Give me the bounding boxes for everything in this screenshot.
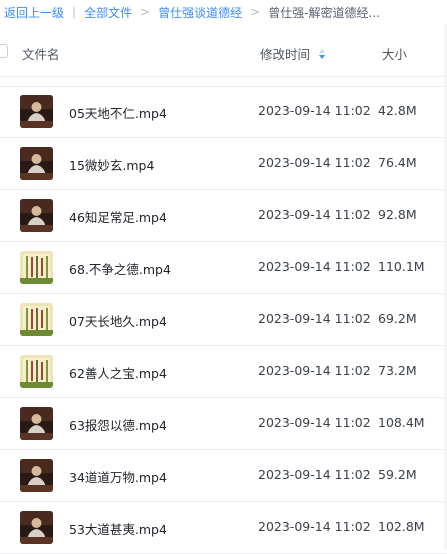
column-header-time[interactable]: 修改时间: [260, 44, 326, 63]
back-link[interactable]: 返回上一级: [4, 4, 64, 21]
breadcrumb-divider: |: [72, 5, 77, 19]
table-row[interactable]: 53大道甚夷.mp4 2023-09-14 11:02 102.8M: [0, 502, 447, 554]
video-thumbnail-icon[interactable]: [20, 251, 53, 284]
file-name[interactable]: 68.不争之德.mp4: [69, 259, 171, 278]
file-modified-time: 2023-09-14 11:02: [258, 519, 371, 534]
video-thumbnail-icon[interactable]: [20, 199, 53, 232]
column-header-size[interactable]: 大小: [382, 44, 407, 63]
table-row[interactable]: 68.不争之德.mp4 2023-09-14 11:02 110.1M: [0, 242, 447, 294]
table-row[interactable]: 34道道万物.mp4 2023-09-14 11:02 59.2M: [0, 450, 447, 502]
table-row[interactable]: 07天长地久.mp4 2023-09-14 11:02 69.2M: [0, 294, 447, 346]
select-all-checkbox[interactable]: [0, 44, 8, 58]
table-header: 文件名 修改时间 大小: [0, 32, 447, 76]
video-thumbnail-icon[interactable]: [20, 147, 53, 180]
file-size: 69.2M: [378, 311, 417, 326]
header-divider: [0, 76, 447, 77]
file-modified-time: 2023-09-14 11:02: [258, 311, 371, 326]
table-row[interactable]: 05天地不仁.mp4 2023-09-14 11:02 42.8M: [0, 86, 447, 138]
file-size: 76.4M: [378, 155, 417, 170]
file-modified-time: 2023-09-14 11:02: [258, 363, 371, 378]
file-list: 05天地不仁.mp4 2023-09-14 11:02 42.8M 15微妙玄.mp4…: [0, 86, 447, 554]
file-name[interactable]: 46知足常足.mp4: [69, 207, 167, 226]
file-name[interactable]: 07天长地久.mp4: [69, 311, 167, 330]
file-name[interactable]: 34道道万物.mp4: [69, 467, 167, 486]
breadcrumb-folder-link[interactable]: 曾仕强谈道德经: [158, 4, 242, 21]
chevron-right-icon: >: [140, 5, 151, 19]
breadcrumb-current: 曾仕强-解密道德经...: [268, 5, 380, 20]
file-name[interactable]: 63报怨以德.mp4: [69, 415, 167, 434]
breadcrumb-root-link[interactable]: 全部文件: [84, 4, 132, 21]
file-size: 102.8M: [378, 519, 425, 534]
column-header-time-label: 修改时间: [260, 47, 311, 62]
file-name[interactable]: 53大道甚夷.mp4: [69, 519, 167, 538]
file-name[interactable]: 05天地不仁.mp4: [69, 103, 167, 122]
file-modified-time: 2023-09-14 11:02: [258, 155, 371, 170]
file-name[interactable]: 62善人之宝.mp4: [69, 363, 167, 382]
file-size: 108.4M: [378, 415, 425, 430]
video-thumbnail-icon[interactable]: [20, 511, 53, 544]
file-modified-time: 2023-09-14 11:02: [258, 467, 371, 482]
sort-arrows-icon[interactable]: [319, 48, 326, 59]
table-row[interactable]: 62善人之宝.mp4 2023-09-14 11:02 73.2M: [0, 346, 447, 398]
video-thumbnail-icon[interactable]: [20, 407, 53, 440]
table-row[interactable]: 15微妙玄.mp4 2023-09-14 11:02 76.4M: [0, 138, 447, 190]
file-modified-time: 2023-09-14 11:02: [258, 103, 371, 118]
table-row[interactable]: 46知足常足.mp4 2023-09-14 11:02 92.8M: [0, 190, 447, 242]
file-modified-time: 2023-09-14 11:02: [258, 207, 371, 222]
file-name[interactable]: 15微妙玄.mp4: [69, 155, 154, 174]
file-modified-time: 2023-09-14 11:02: [258, 259, 371, 274]
video-thumbnail-icon[interactable]: [20, 459, 53, 492]
video-thumbnail-icon[interactable]: [20, 303, 53, 336]
file-size: 73.2M: [378, 363, 417, 378]
file-modified-time: 2023-09-14 11:02: [258, 415, 371, 430]
column-header-name[interactable]: 文件名: [22, 44, 60, 63]
chevron-right-icon: >: [250, 5, 261, 19]
file-size: 110.1M: [378, 259, 425, 274]
video-thumbnail-icon[interactable]: [20, 95, 53, 128]
file-size: 92.8M: [378, 207, 417, 222]
file-size: 59.2M: [378, 467, 417, 482]
table-row[interactable]: 63报怨以德.mp4 2023-09-14 11:02 108.4M: [0, 398, 447, 450]
file-size: 42.8M: [378, 103, 417, 118]
video-thumbnail-icon[interactable]: [20, 355, 53, 388]
breadcrumb: 返回上一级 | 全部文件 > 曾仕强谈道德经 > 曾仕强-解密道德经...: [0, 0, 447, 24]
